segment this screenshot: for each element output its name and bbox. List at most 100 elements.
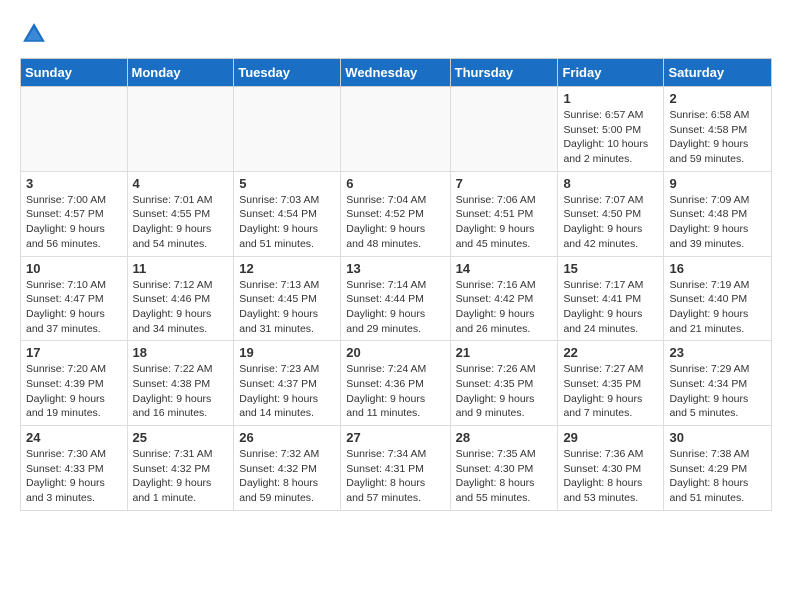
day-info: Sunrise: 7:35 AM Sunset: 4:30 PM Dayligh… xyxy=(456,447,553,506)
weekday-header-sunday: Sunday xyxy=(21,59,128,87)
day-number: 9 xyxy=(669,176,766,191)
day-number: 1 xyxy=(563,91,658,106)
day-info: Sunrise: 7:19 AM Sunset: 4:40 PM Dayligh… xyxy=(669,278,766,337)
day-info: Sunrise: 7:27 AM Sunset: 4:35 PM Dayligh… xyxy=(563,362,658,421)
calendar-cell: 13 Sunrise: 7:14 AM Sunset: 4:44 PM Dayli… xyxy=(341,256,450,341)
day-info: Sunrise: 7:07 AM Sunset: 4:50 PM Dayligh… xyxy=(563,193,658,252)
day-info: Sunrise: 7:32 AM Sunset: 4:32 PM Dayligh… xyxy=(239,447,335,506)
day-info: Sunrise: 7:06 AM Sunset: 4:51 PM Dayligh… xyxy=(456,193,553,252)
day-number: 5 xyxy=(239,176,335,191)
day-info: Sunrise: 7:10 AM Sunset: 4:47 PM Dayligh… xyxy=(26,278,122,337)
calendar-cell: 21 Sunrise: 7:26 AM Sunset: 4:35 PM Dayli… xyxy=(450,341,558,426)
calendar-week-row: 3Sunrise: 7:00 AM Sunset: 4:57 PM Daylig… xyxy=(21,171,772,256)
day-info: Sunrise: 7:34 AM Sunset: 4:31 PM Dayligh… xyxy=(346,447,444,506)
calendar-cell: 19 Sunrise: 7:23 AM Sunset: 4:37 PM Dayli… xyxy=(234,341,341,426)
day-number: 21 xyxy=(456,345,553,360)
calendar-cell: 9 Sunrise: 7:09 AM Sunset: 4:48 PM Daylig… xyxy=(664,171,772,256)
calendar-cell: 23 Sunrise: 7:29 AM Sunset: 4:34 PM Dayli… xyxy=(664,341,772,426)
day-number: 25 xyxy=(133,430,229,445)
calendar-cell: 8 Sunrise: 7:07 AM Sunset: 4:50 PM Daylig… xyxy=(558,171,664,256)
calendar-cell: 7 Sunrise: 7:06 AM Sunset: 4:51 PM Daylig… xyxy=(450,171,558,256)
day-info: Sunrise: 6:57 AM Sunset: 5:00 PM Dayligh… xyxy=(563,108,658,167)
day-number: 23 xyxy=(669,345,766,360)
day-info: Sunrise: 7:30 AM Sunset: 4:33 PM Dayligh… xyxy=(26,447,122,506)
day-info: Sunrise: 7:01 AM Sunset: 4:55 PM Dayligh… xyxy=(133,193,229,252)
weekday-header-saturday: Saturday xyxy=(664,59,772,87)
calendar-cell: 16 Sunrise: 7:19 AM Sunset: 4:40 PM Dayli… xyxy=(664,256,772,341)
calendar-header-row: SundayMondayTuesdayWednesdayThursdayFrid… xyxy=(21,59,772,87)
day-info: Sunrise: 7:00 AM Sunset: 4:57 PM Dayligh… xyxy=(26,193,122,252)
calendar-cell: 4 Sunrise: 7:01 AM Sunset: 4:55 PM Daylig… xyxy=(127,171,234,256)
weekday-header-friday: Friday xyxy=(558,59,664,87)
calendar-week-row: 10 Sunrise: 7:10 AM Sunset: 4:47 PM Dayli… xyxy=(21,256,772,341)
day-info: Sunrise: 7:36 AM Sunset: 4:30 PM Dayligh… xyxy=(563,447,658,506)
day-number: 15 xyxy=(563,261,658,276)
calendar-cell xyxy=(127,87,234,172)
day-info: Sunrise: 7:14 AM Sunset: 4:44 PM Dayligh… xyxy=(346,278,444,337)
day-number: 13 xyxy=(346,261,444,276)
day-number: 18 xyxy=(133,345,229,360)
logo-icon xyxy=(20,20,48,48)
calendar-cell: 3Sunrise: 7:00 AM Sunset: 4:57 PM Daylig… xyxy=(21,171,128,256)
day-number: 19 xyxy=(239,345,335,360)
day-number: 6 xyxy=(346,176,444,191)
day-info: Sunrise: 7:03 AM Sunset: 4:54 PM Dayligh… xyxy=(239,193,335,252)
day-number: 2 xyxy=(669,91,766,106)
weekday-header-tuesday: Tuesday xyxy=(234,59,341,87)
calendar-cell: 2 Sunrise: 6:58 AM Sunset: 4:58 PM Daylig… xyxy=(664,87,772,172)
calendar-table: SundayMondayTuesdayWednesdayThursdayFrid… xyxy=(20,58,772,511)
calendar-cell: 29Sunrise: 7:36 AM Sunset: 4:30 PM Dayli… xyxy=(558,426,664,511)
day-number: 10 xyxy=(26,261,122,276)
day-number: 16 xyxy=(669,261,766,276)
day-number: 28 xyxy=(456,430,553,445)
calendar-cell: 28 Sunrise: 7:35 AM Sunset: 4:30 PM Dayli… xyxy=(450,426,558,511)
calendar-cell: 15 Sunrise: 7:17 AM Sunset: 4:41 PM Dayli… xyxy=(558,256,664,341)
calendar-cell xyxy=(450,87,558,172)
calendar-cell: 11Sunrise: 7:12 AM Sunset: 4:46 PM Dayli… xyxy=(127,256,234,341)
day-info: Sunrise: 7:16 AM Sunset: 4:42 PM Dayligh… xyxy=(456,278,553,337)
day-info: Sunrise: 7:26 AM Sunset: 4:35 PM Dayligh… xyxy=(456,362,553,421)
day-number: 27 xyxy=(346,430,444,445)
calendar-cell: 14 Sunrise: 7:16 AM Sunset: 4:42 PM Dayli… xyxy=(450,256,558,341)
day-number: 4 xyxy=(133,176,229,191)
calendar-cell xyxy=(21,87,128,172)
calendar-cell: 30Sunrise: 7:38 AM Sunset: 4:29 PM Dayli… xyxy=(664,426,772,511)
day-number: 20 xyxy=(346,345,444,360)
day-info: Sunrise: 7:22 AM Sunset: 4:38 PM Dayligh… xyxy=(133,362,229,421)
calendar-cell xyxy=(234,87,341,172)
day-number: 11 xyxy=(133,261,229,276)
day-info: Sunrise: 7:17 AM Sunset: 4:41 PM Dayligh… xyxy=(563,278,658,337)
calendar-cell: 17Sunrise: 7:20 AM Sunset: 4:39 PM Dayli… xyxy=(21,341,128,426)
calendar-cell: 26 Sunrise: 7:32 AM Sunset: 4:32 PM Dayli… xyxy=(234,426,341,511)
calendar-cell: 24Sunrise: 7:30 AM Sunset: 4:33 PM Dayli… xyxy=(21,426,128,511)
day-number: 14 xyxy=(456,261,553,276)
day-info: Sunrise: 7:24 AM Sunset: 4:36 PM Dayligh… xyxy=(346,362,444,421)
calendar-cell: 27 Sunrise: 7:34 AM Sunset: 4:31 PM Dayli… xyxy=(341,426,450,511)
page-header xyxy=(20,20,772,48)
calendar-cell xyxy=(341,87,450,172)
calendar-week-row: 17Sunrise: 7:20 AM Sunset: 4:39 PM Dayli… xyxy=(21,341,772,426)
day-info: Sunrise: 7:13 AM Sunset: 4:45 PM Dayligh… xyxy=(239,278,335,337)
day-info: Sunrise: 6:58 AM Sunset: 4:58 PM Dayligh… xyxy=(669,108,766,167)
weekday-header-wednesday: Wednesday xyxy=(341,59,450,87)
day-number: 26 xyxy=(239,430,335,445)
calendar-cell: 5 Sunrise: 7:03 AM Sunset: 4:54 PM Daylig… xyxy=(234,171,341,256)
day-info: Sunrise: 7:29 AM Sunset: 4:34 PM Dayligh… xyxy=(669,362,766,421)
calendar-cell: 6 Sunrise: 7:04 AM Sunset: 4:52 PM Daylig… xyxy=(341,171,450,256)
day-info: Sunrise: 7:31 AM Sunset: 4:32 PM Dayligh… xyxy=(133,447,229,506)
day-number: 8 xyxy=(563,176,658,191)
day-info: Sunrise: 7:04 AM Sunset: 4:52 PM Dayligh… xyxy=(346,193,444,252)
logo xyxy=(20,20,52,48)
weekday-header-monday: Monday xyxy=(127,59,234,87)
calendar-week-row: 24Sunrise: 7:30 AM Sunset: 4:33 PM Dayli… xyxy=(21,426,772,511)
calendar-cell: 10 Sunrise: 7:10 AM Sunset: 4:47 PM Dayli… xyxy=(21,256,128,341)
calendar-week-row: 1 Sunrise: 6:57 AM Sunset: 5:00 PM Daylig… xyxy=(21,87,772,172)
calendar-cell: 1 Sunrise: 6:57 AM Sunset: 5:00 PM Daylig… xyxy=(558,87,664,172)
day-number: 22 xyxy=(563,345,658,360)
calendar-cell: 22 Sunrise: 7:27 AM Sunset: 4:35 PM Dayli… xyxy=(558,341,664,426)
day-info: Sunrise: 7:23 AM Sunset: 4:37 PM Dayligh… xyxy=(239,362,335,421)
day-info: Sunrise: 7:09 AM Sunset: 4:48 PM Dayligh… xyxy=(669,193,766,252)
calendar-cell: 18 Sunrise: 7:22 AM Sunset: 4:38 PM Dayli… xyxy=(127,341,234,426)
day-info: Sunrise: 7:20 AM Sunset: 4:39 PM Dayligh… xyxy=(26,362,122,421)
day-number: 7 xyxy=(456,176,553,191)
